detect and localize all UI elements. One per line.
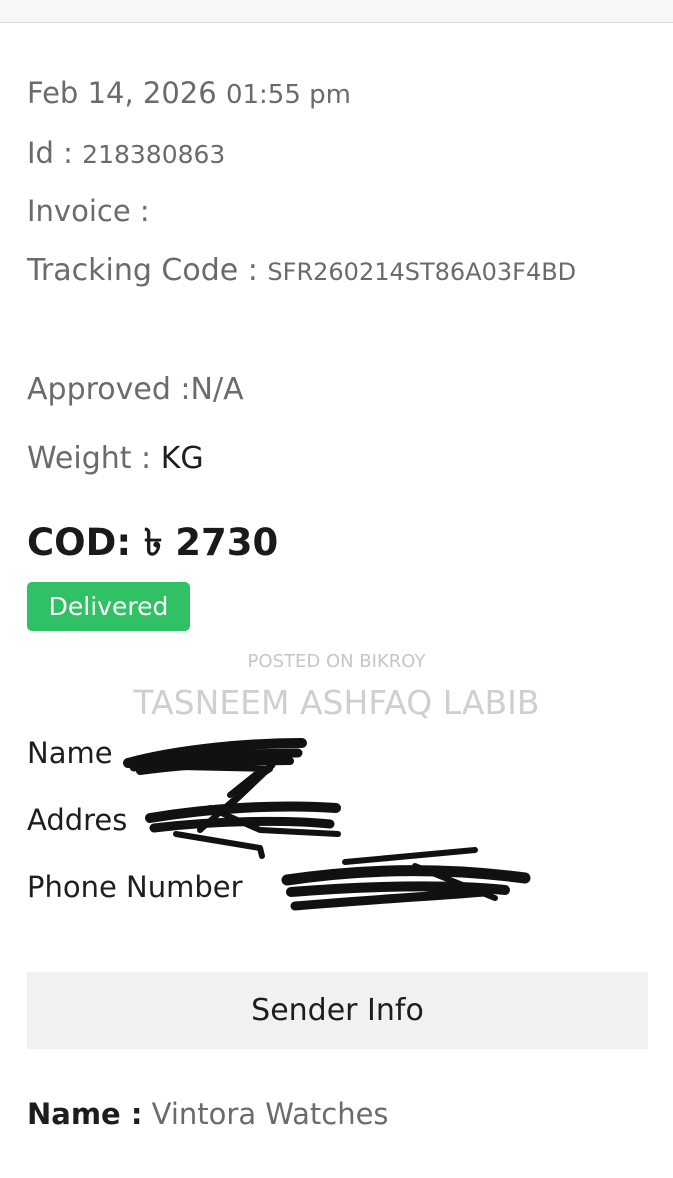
redaction-scribble-phone <box>281 847 531 911</box>
watermark-line-2: TASNEEM ASHFAQ LABIB <box>133 683 540 722</box>
sender-name-value: Vintora Watches <box>151 1097 389 1131</box>
invoice-label: Invoice : <box>27 194 150 228</box>
weight-label: Weight : <box>27 441 152 476</box>
top-bar <box>0 0 673 23</box>
tracking-code-value[interactable]: SFR260214ST86A03F4BD <box>267 258 576 286</box>
sender-name-label: Name : <box>27 1097 143 1131</box>
order-datetime: Feb 14, 2026 01:55 pm <box>27 76 351 110</box>
status-badge: Delivered <box>27 582 190 631</box>
watermark-line-1: POSTED ON BIKROY <box>247 651 426 672</box>
order-date: Feb 14, 2026 <box>27 76 217 110</box>
weight-row: Weight : KG <box>27 441 204 476</box>
order-id-row: Id : 218380863 <box>27 136 225 170</box>
receiver-phone-label: Phone Number <box>27 870 243 904</box>
cod-amount: COD: ৳ 2730 <box>27 521 279 564</box>
weight-value: KG <box>160 441 204 476</box>
tracking-code-label: Tracking Code : <box>27 253 258 288</box>
approved-row: Approved :N/A <box>27 372 244 407</box>
order-id-value: 218380863 <box>82 140 226 169</box>
receiver-name-label: Name <box>27 736 113 770</box>
sender-info-header[interactable]: Sender Info <box>27 972 648 1049</box>
order-time: 01:55 pm <box>225 80 351 110</box>
receiver-address-label: Addres <box>27 803 128 837</box>
tracking-code-row: Tracking Code : SFR260214ST86A03F4BD <box>27 253 576 288</box>
sender-name-row: Name : Vintora Watches <box>27 1097 389 1131</box>
invoice-row: Invoice : <box>27 194 150 228</box>
order-id-label: Id : <box>27 136 73 170</box>
